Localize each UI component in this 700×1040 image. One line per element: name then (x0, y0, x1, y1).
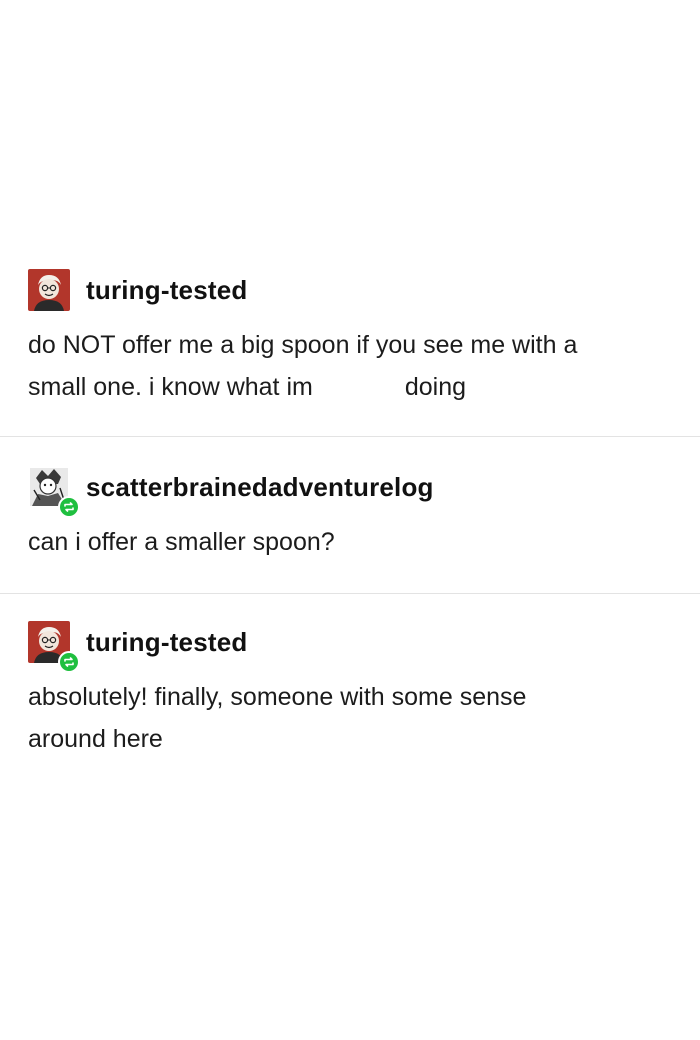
post-reblog: turing-tested absolutely! finally, someo… (0, 594, 700, 760)
post-header: scatterbrainedadventurelog (28, 459, 672, 518)
post-body-line: do NOT offer me a big spoon if you see m… (28, 331, 578, 359)
post-body: can i offer a smaller spoon? (28, 521, 672, 563)
avatar[interactable] (28, 466, 80, 518)
post-body: do NOT offer me a big spoon if you see m… (28, 324, 672, 408)
post-thread: turing-tested do NOT offer me a big spoo… (0, 262, 700, 760)
post-header: turing-tested (28, 262, 672, 318)
post-body-line: around here (28, 725, 163, 753)
reblog-badge (58, 651, 80, 673)
post-body-line: small one. i know what im doing (28, 366, 672, 408)
post-username[interactable]: turing-tested (86, 629, 247, 655)
post-reblog: scatterbrainedadventurelog can i offer a… (0, 437, 700, 593)
post-body-line: can i offer a smaller spoon? (28, 528, 335, 556)
post-username[interactable]: turing-tested (86, 277, 247, 303)
post-body-text: doing (404, 373, 466, 401)
avatar[interactable] (28, 621, 80, 673)
reblog-icon (64, 502, 74, 512)
post-original: turing-tested do NOT offer me a big spoo… (0, 262, 700, 436)
avatar[interactable] (28, 269, 70, 311)
post-body-line: absolutely! finally, someone with some s… (28, 683, 527, 711)
post-username[interactable]: scatterbrainedadventurelog (86, 474, 434, 500)
reblog-icon (64, 657, 74, 667)
cartoon-avatar-red-icon (28, 269, 70, 311)
post-body: absolutely! finally, someone with some s… (28, 676, 672, 760)
post-body-text: small one. i know what im (28, 373, 313, 401)
post-header: turing-tested (28, 614, 672, 673)
reblog-badge (58, 496, 80, 518)
